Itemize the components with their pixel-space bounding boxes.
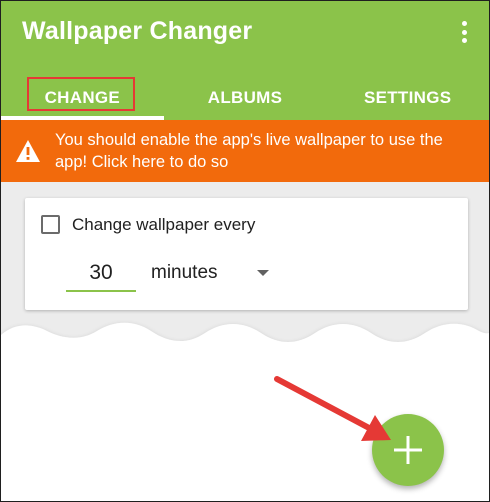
app-title: Wallpaper Changer: [22, 17, 253, 45]
screenshot-frame: Wallpaper Changer CHANGE ALBUMS SETTINGS…: [0, 0, 490, 502]
plus-icon: [394, 436, 422, 464]
more-vert-icon: [461, 21, 467, 26]
live-wallpaper-warning-banner[interactable]: You should enable the app's live wallpap…: [1, 120, 489, 182]
add-album-fab[interactable]: [372, 414, 444, 486]
interval-unit-dropdown[interactable]: minutes: [151, 258, 281, 290]
dropdown-arrow-icon: [257, 270, 269, 276]
interval-input[interactable]: 30: [66, 256, 136, 292]
banner-message: You should enable the app's live wallpap…: [55, 131, 443, 171]
change-settings-card: Change wallpaper every 30 minutes: [25, 198, 468, 310]
tab-bar: CHANGE ALBUMS SETTINGS: [1, 75, 489, 120]
tab-settings[interactable]: SETTINGS: [326, 75, 489, 120]
tab-change[interactable]: CHANGE: [1, 75, 164, 120]
change-wallpaper-checkbox[interactable]: [41, 215, 60, 234]
app-bar: Wallpaper Changer CHANGE ALBUMS SETTINGS: [1, 1, 489, 120]
overflow-menu-button[interactable]: [451, 17, 477, 47]
change-wallpaper-label: Change wallpaper every: [72, 215, 256, 234]
tab-albums[interactable]: ALBUMS: [164, 75, 327, 120]
warning-icon: [16, 140, 40, 162]
interval-unit-value: minutes: [151, 262, 218, 283]
